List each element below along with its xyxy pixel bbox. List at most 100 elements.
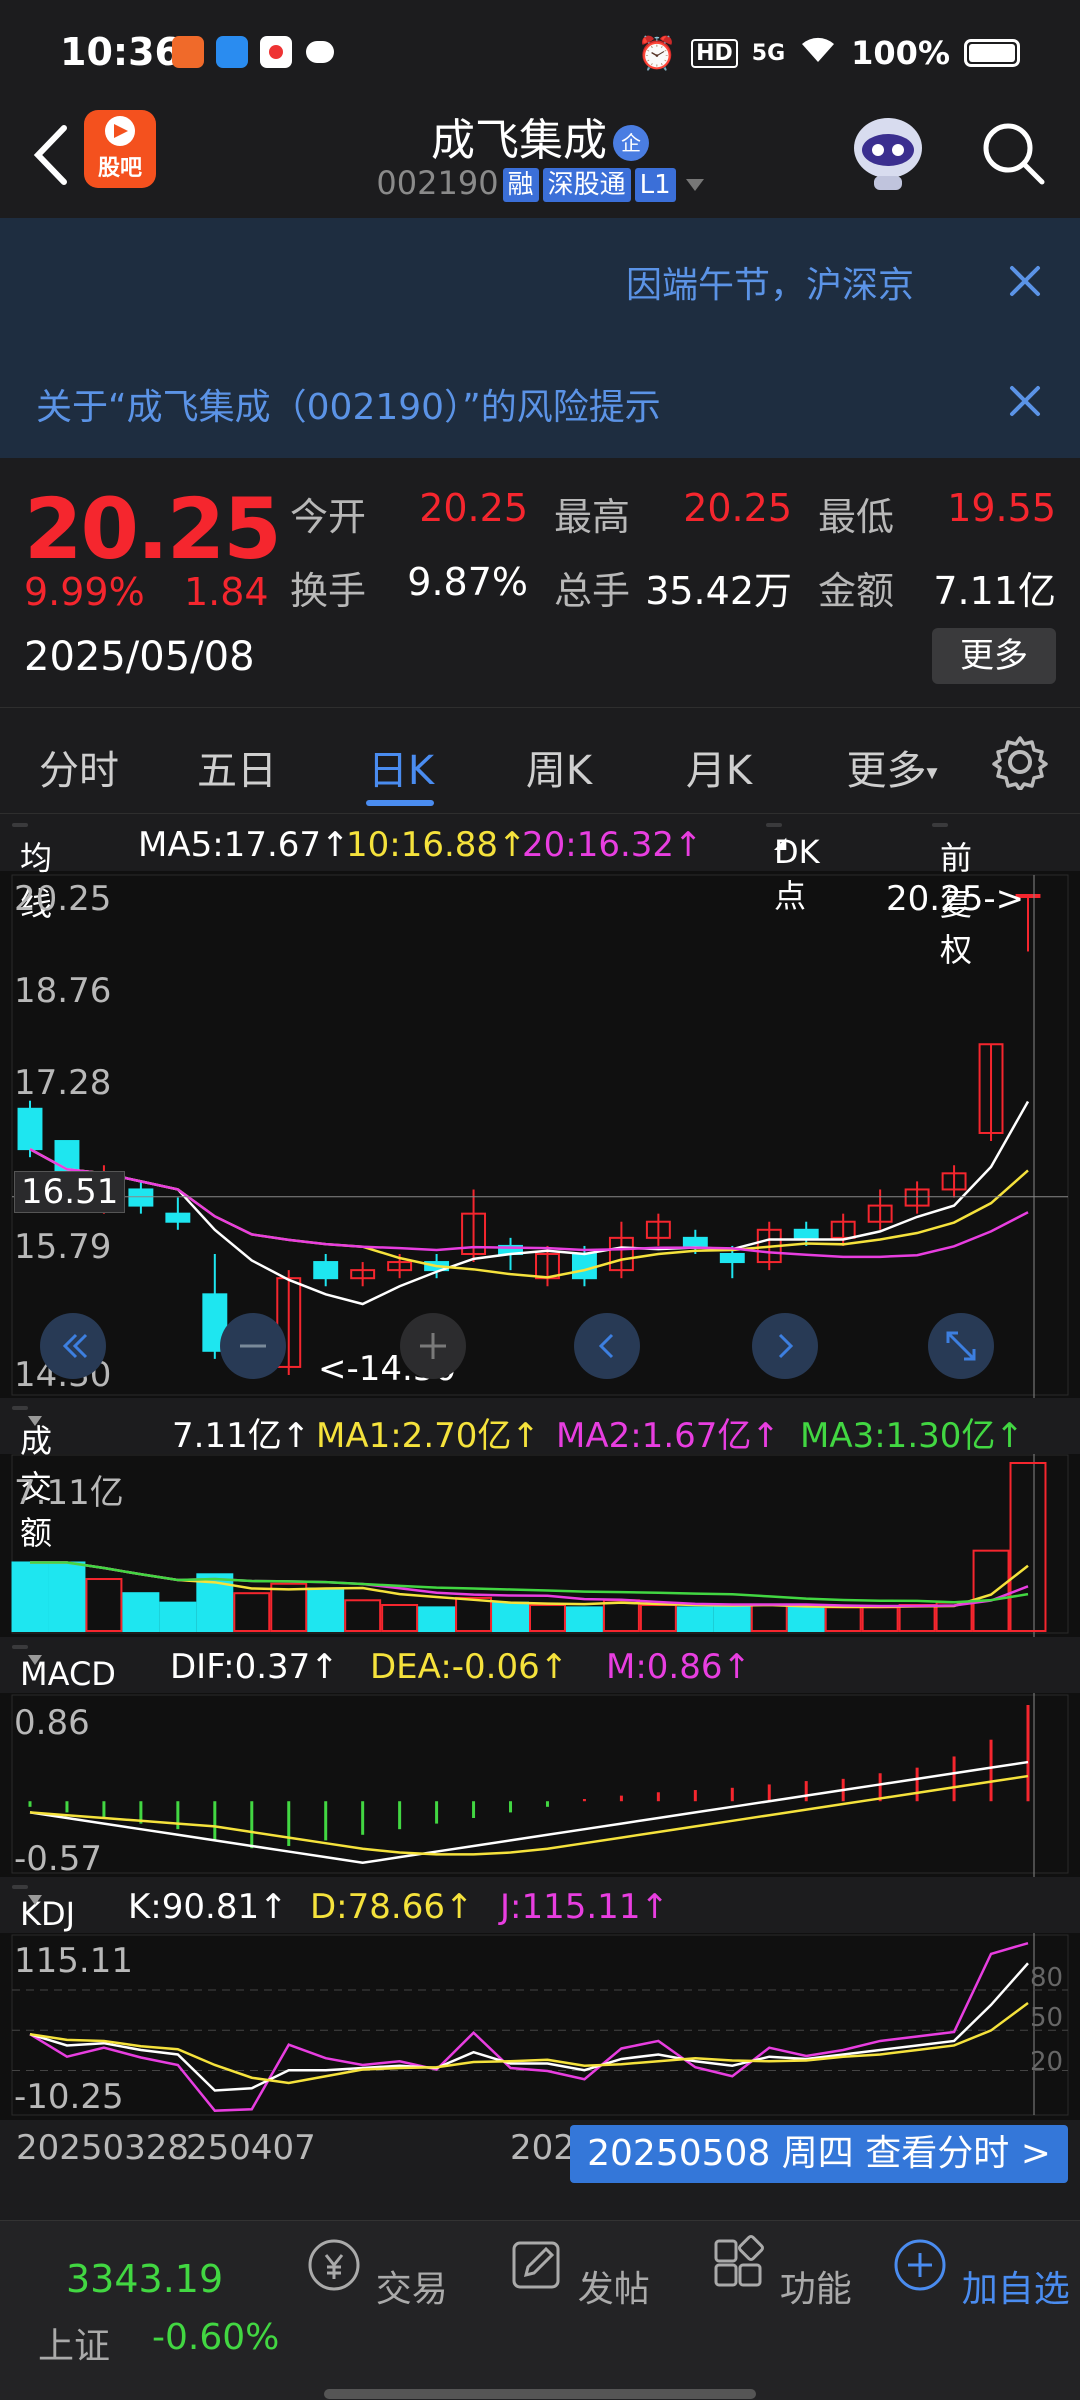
kline-chart-area[interactable]: 均线 MA5:17.67↑ 10:16.88↑ 20:16.32↑ DK点 ◢ …: [0, 815, 1080, 2183]
more-quote-button[interactable]: 更多: [932, 628, 1056, 684]
plus-icon: [420, 1333, 446, 1359]
macd-dea-line: [29, 1774, 1029, 1856]
turnover-label: 换手: [290, 569, 367, 613]
candle-body: [571, 1252, 597, 1280]
volume-bar: [307, 1587, 345, 1633]
volume-bar: [122, 1592, 160, 1632]
status-time: 10:36: [60, 30, 181, 74]
period-tabs: 分时 五日 日K 周K 月K 更多▾: [0, 710, 1080, 814]
risk-notice-banner[interactable]: 关于“成飞集成（002190）”的风险提示: [0, 338, 1080, 458]
search-icon[interactable]: [980, 120, 1046, 186]
index-value[interactable]: 3343.19: [66, 2257, 223, 2301]
nav-add-watchlist-label: 加自选: [961, 2269, 1070, 2310]
status-bar: 10:36 ⏰ HD 5G 100%: [0, 0, 1080, 100]
tab-more[interactable]: 更多▾: [832, 738, 952, 796]
kdj-ref-20: 20: [1030, 2047, 1064, 2077]
stock-code: 002190: [376, 164, 499, 202]
candle-body: [17, 1107, 43, 1151]
cursor-price: 16.51: [14, 1171, 126, 1213]
tab-daily-k[interactable]: 日K: [354, 738, 448, 796]
index-change[interactable]: -0.60%: [152, 2317, 279, 2358]
macd-legend-bar: MACD DIF:0.37↑ DEA:-0.06↑ M:0.86↑: [0, 1637, 1080, 1693]
nav-post-label: 发帖: [577, 2269, 650, 2310]
volume-bar: [824, 1606, 862, 1633]
scroll-left-button[interactable]: [574, 1313, 640, 1379]
kdj-axis-top: 115.11: [14, 1941, 133, 1981]
volume-bar: [270, 1582, 308, 1632]
kdj-j: J:115.11↑: [500, 1887, 669, 1927]
macd-axis-bottom: -0.57: [14, 1839, 102, 1879]
high-label: 最高: [554, 495, 631, 539]
volume-bar: [11, 1561, 49, 1633]
volume-bar: [750, 1604, 788, 1632]
stock-name: 成飞集成: [431, 115, 607, 166]
nav-add-watchlist[interactable]: 加自选: [890, 2235, 1070, 2312]
candle-body: [793, 1228, 819, 1239]
view-intraday-button[interactable]: 20250508 周四 查看分时 >: [570, 2125, 1068, 2183]
macd-axis-top: 0.86: [14, 1703, 90, 1743]
connect-tag: 深股通: [542, 168, 631, 202]
kdj-ref-50: 50: [1030, 2003, 1064, 2033]
volume-bar: [159, 1601, 197, 1632]
macd-selector[interactable]: MACD: [12, 1645, 116, 1693]
holiday-notice-banner[interactable]: 因端午节，沪深京: [0, 218, 1080, 338]
amount-label: 金额: [818, 569, 895, 613]
tab-weekly-k[interactable]: 周K: [512, 738, 606, 796]
scroll-right-button[interactable]: [752, 1313, 818, 1379]
expand-icon: [946, 1331, 976, 1361]
zoom-out-button[interactable]: [220, 1313, 286, 1379]
tab-five-day[interactable]: 五日: [192, 738, 282, 796]
nav-features[interactable]: 功能: [690, 2235, 870, 2312]
volume-bar: [85, 1578, 123, 1633]
candle-body: [719, 1252, 745, 1264]
volume-bar: [529, 1604, 566, 1632]
alarm-icon: ⏰: [637, 34, 678, 72]
gear-icon[interactable]: [992, 734, 1048, 790]
tab-monthly-k[interactable]: 月K: [672, 738, 766, 796]
app-notification-icon: [172, 36, 204, 68]
vol-ma2: MA2:1.67亿↑: [556, 1416, 780, 1456]
volume-bar: [344, 1599, 382, 1633]
turnover-value: 9.87%: [407, 560, 528, 604]
robot-assistant-icon[interactable]: [848, 110, 928, 192]
kdj-d-line: [29, 2002, 1029, 2085]
nav-features-label: 功能: [779, 2269, 852, 2310]
zoom-out-fast-button[interactable]: [40, 1313, 106, 1379]
hd-icon: HD: [691, 38, 738, 68]
close-icon[interactable]: [1006, 382, 1044, 420]
volume-bar: [381, 1604, 419, 1632]
macd-dea: DEA:-0.06↑: [370, 1647, 569, 1687]
kdj-axis-bottom: -10.25: [14, 2077, 124, 2117]
notification-icons: [172, 36, 336, 68]
volume-legend-bar: 成交额 7.11亿↑ MA1:2.70亿↑ MA2:1.67亿↑ MA3:1.3…: [0, 1398, 1080, 1552]
tab-intraday[interactable]: 分时: [34, 738, 124, 796]
fullscreen-button[interactable]: [928, 1313, 994, 1379]
open-label: 今开: [290, 495, 367, 539]
chevron-left-icon: [598, 1333, 614, 1359]
enterprise-badge-icon: 企: [613, 125, 649, 161]
vol-ma3: MA3:1.30亿↑: [800, 1416, 1024, 1456]
zoom-in-button[interactable]: [400, 1313, 466, 1379]
price-panel-frame: [11, 874, 1069, 1396]
macd-dif-line: [29, 1760, 1029, 1865]
macd-dif: DIF:0.37↑: [170, 1647, 339, 1687]
home-indicator: [324, 2389, 756, 2399]
low-value: 19.55: [947, 486, 1056, 530]
grid-icon: [714, 2235, 765, 2287]
kdj-selector[interactable]: KDJ: [12, 1885, 75, 1933]
kdj-k: K:90.81↑: [128, 1887, 288, 1927]
index-name[interactable]: 上证: [38, 2317, 110, 2369]
volume-bar: [492, 1601, 530, 1632]
close-icon[interactable]: [1006, 262, 1044, 300]
volume-bar: [1009, 1462, 1047, 1632]
chevron-right-icon: [778, 1333, 794, 1359]
nav-trade[interactable]: 交易: [286, 2235, 466, 2312]
risk-notice-text: 关于“成飞集成（002190）”的风险提示: [36, 387, 661, 428]
chevron-down-icon: ▾: [926, 760, 938, 786]
macd-m: M:0.86↑: [606, 1647, 751, 1687]
battery-percent: 100%: [851, 34, 950, 72]
volume-selector[interactable]: 成交额: [12, 1406, 52, 1552]
open-value: 20.25: [419, 486, 528, 530]
last-price: 20.25: [24, 480, 282, 578]
nav-post[interactable]: 发帖: [488, 2235, 668, 2312]
